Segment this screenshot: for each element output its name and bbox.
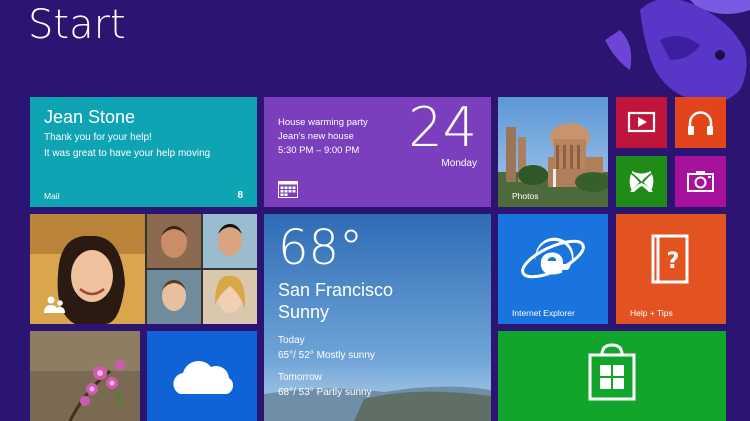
music-tile[interactable] [675, 97, 726, 148]
headphones-icon [688, 111, 713, 135]
weather-today-forecast: 65°/ 52° Mostly sunny [278, 350, 375, 361]
weather-tomorrow-forecast: 68°/ 53° Partly sunny [278, 387, 372, 398]
camera-icon [687, 171, 714, 192]
start-title: Start [28, 2, 126, 48]
calendar-event-time: 5:30 PM – 9:00 PM [278, 145, 360, 156]
weather-temperature: 68° [278, 220, 364, 276]
onedrive-tile[interactable] [147, 331, 257, 421]
camera-tile[interactable] [675, 156, 726, 207]
calendar-event-title: House warming party [278, 117, 368, 128]
weather-tile[interactable]: 68° San Francisco Sunny Today 65°/ 52° M… [264, 214, 491, 421]
mail-preview-line-1: Thank you for your help! [44, 132, 152, 143]
svg-text:?: ? [667, 249, 680, 274]
photos-label: Photos [512, 191, 539, 201]
mail-unread-count: 8 [237, 190, 243, 201]
weather-city: San Francisco [278, 280, 394, 300]
people-photos [30, 214, 257, 324]
photos-tile[interactable]: Photos [498, 97, 608, 207]
mail-label: Mail [44, 191, 60, 201]
calendar-event-location: Jean's new house [278, 131, 354, 142]
flower-photo-tile[interactable] [30, 331, 140, 421]
calendar-day-name: Monday [441, 158, 477, 169]
cloud-icon [173, 360, 234, 394]
internet-explorer-label: Internet Explorer [512, 308, 575, 318]
calendar-tile[interactable]: House warming party Jean's new house 5:3… [264, 97, 491, 207]
mail-sender: Jean Stone [44, 107, 136, 127]
mail-preview-line-2: It was great to have your help moving [44, 148, 211, 159]
video-icon [627, 111, 656, 133]
help-tips-tile[interactable]: ? Help + Tips [616, 214, 726, 324]
video-tile[interactable] [616, 97, 667, 148]
weather-tomorrow-label: Tomorrow [278, 372, 322, 383]
internet-explorer-tile[interactable]: e Internet Explorer [498, 214, 608, 324]
xbox-icon [629, 171, 654, 192]
help-tips-label: Help + Tips [630, 308, 673, 318]
games-tile[interactable] [616, 156, 667, 207]
calendar-icon [278, 181, 298, 198]
weather-condition: Sunny [278, 302, 330, 322]
store-bag-icon [588, 343, 636, 401]
mail-tile[interactable]: Jean Stone Thank you for your help! It w… [30, 97, 257, 207]
people-tile[interactable] [30, 214, 257, 324]
store-tile[interactable] [498, 331, 726, 421]
svg-text:e: e [539, 239, 565, 283]
fish-decoration [605, 0, 750, 104]
calendar-day-number: 24 [408, 97, 477, 159]
weather-today-label: Today [278, 335, 305, 346]
flower-image [30, 331, 140, 421]
